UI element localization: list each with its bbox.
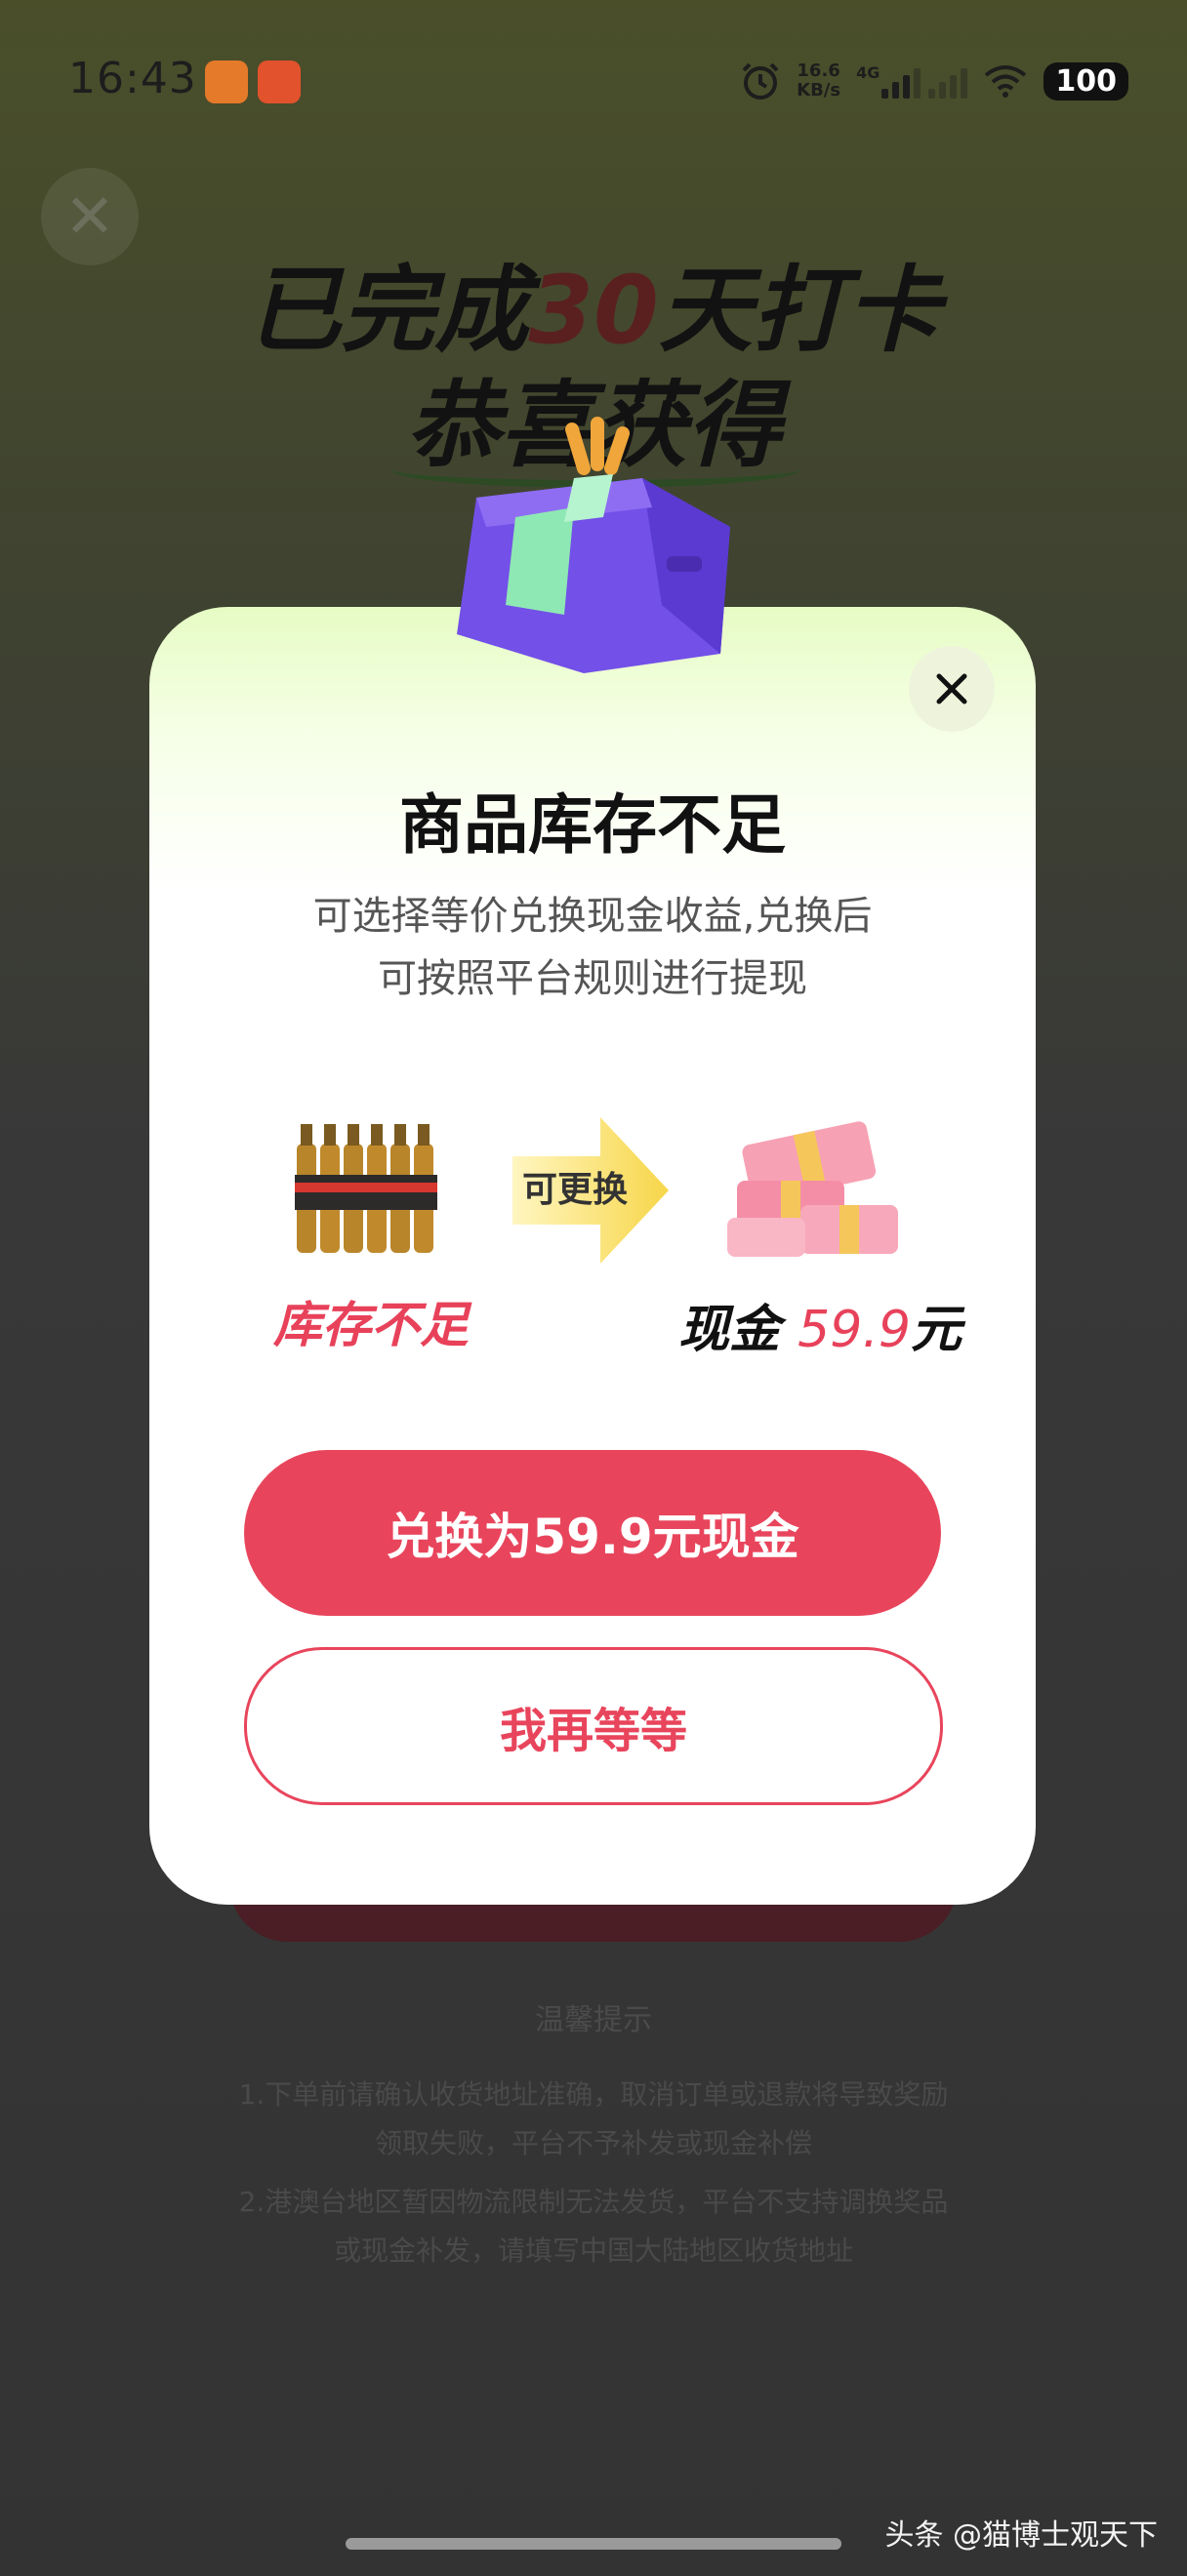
wifi-icon (985, 65, 1027, 98)
app-icon-orange (205, 60, 248, 103)
close-icon (936, 673, 967, 704)
status-bar: 16:43 16.6 KB/s 4G 100 (0, 0, 1187, 166)
tips-line: 2.港澳台地区暂因物流限制无法发货，平台不支持调换奖品 (238, 2186, 949, 2218)
home-indicator[interactable] (346, 2538, 841, 2550)
alarm-icon (742, 62, 779, 100)
cash-stack-image (727, 1121, 898, 1257)
cash-amount: 59.9 (798, 1301, 911, 1359)
battery-indicator: 100 (1044, 61, 1128, 101)
tips-line: 领取失败，平台不予补发或现金补偿 (374, 2127, 812, 2159)
net-speed-unit: KB/s (797, 80, 841, 101)
arrow-label: 可更换 (522, 1170, 629, 1210)
signal-icon (881, 63, 921, 99)
modal-title: 商品库存不足 (399, 787, 786, 863)
cash-value-label: 现金 59.9元 (674, 1288, 966, 1361)
tips-title: 温馨提示 (535, 2003, 652, 2037)
cash-label-prefix: 现金 (678, 1301, 781, 1359)
modal-description-line2: 可按照平台规则进行提现 (378, 956, 807, 1001)
tips-line: 或现金补发，请填写中国大陆地区收货地址 (333, 2234, 853, 2267)
cash-unit: 元 (910, 1301, 962, 1359)
net-speed: 16.6 KB/s (797, 61, 840, 101)
stock-shortage-label: 库存不足 (273, 1297, 469, 1353)
app-icon-red (258, 60, 301, 103)
status-right-group: 16.6 KB/s 4G 100 (740, 57, 1128, 105)
wait-button[interactable]: 我再等等 (244, 1647, 943, 1805)
modal-description-line1: 可选择等价兑换现金收益,兑换后 (312, 894, 873, 939)
network-indicator: 4G (856, 63, 968, 99)
tips-line: 1.下单前请确认收货地址准确，取消订单或退款将导致奖励 (238, 2078, 949, 2111)
status-time: 16:43 (68, 54, 197, 103)
tea-bottles-image (295, 1124, 437, 1253)
network-type: 4G (856, 63, 880, 82)
modal-close-icon[interactable] (909, 646, 995, 732)
net-speed-value: 16.6 (797, 60, 840, 81)
gift-box-icon (457, 417, 730, 673)
watermark-text: 头条 @猫博士观天下 (884, 2518, 1158, 2553)
exchange-cash-button[interactable]: 兑换为59.9元现金 (244, 1450, 941, 1616)
signal-icon-secondary (928, 63, 968, 99)
